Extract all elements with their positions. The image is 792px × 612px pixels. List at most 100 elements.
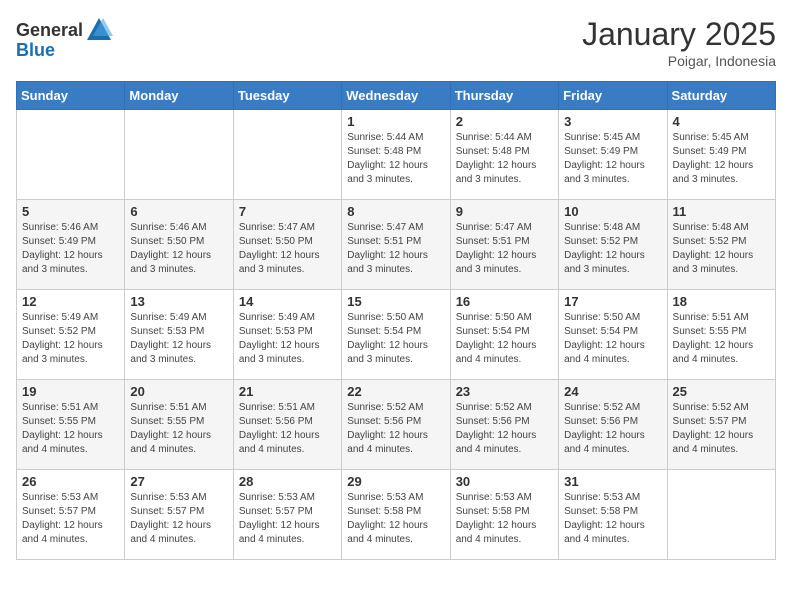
calendar-cell: 2 Sunrise: 5:44 AM Sunset: 5:48 PM Daylig… <box>450 110 558 200</box>
calendar-week-row: 12 Sunrise: 5:49 AM Sunset: 5:52 PM Dayli… <box>17 290 776 380</box>
weekday-header-friday: Friday <box>559 82 667 110</box>
calendar-cell: 20Sunrise: 5:51 AM Sunset: 5:55 PM Dayli… <box>125 380 233 470</box>
calendar-cell: 27Sunrise: 5:53 AM Sunset: 5:57 PM Dayli… <box>125 470 233 560</box>
day-number: 6 <box>130 204 227 219</box>
calendar-cell: 8Sunrise: 5:47 AM Sunset: 5:51 PM Daylig… <box>342 200 450 290</box>
calendar-cell: 11Sunrise: 5:48 AM Sunset: 5:52 PM Dayli… <box>667 200 775 290</box>
calendar-cell: 15Sunrise: 5:50 AM Sunset: 5:54 PM Dayli… <box>342 290 450 380</box>
logo-icon <box>85 16 113 44</box>
calendar-week-row: 1 Sunrise: 5:44 AM Sunset: 5:48 PM Daylig… <box>17 110 776 200</box>
day-number: 17 <box>564 294 661 309</box>
day-info: Sunrise: 5:47 AM Sunset: 5:51 PM Dayligh… <box>456 221 553 277</box>
calendar-cell: 19 Sunrise: 5:51 AM Sunset: 5:55 PM Dayli… <box>17 380 125 470</box>
calendar-cell <box>17 110 125 200</box>
day-info: Sunrise: 5:49 AM Sunset: 5:52 PM Dayligh… <box>22 311 119 367</box>
day-number: 28 <box>239 474 336 489</box>
calendar-cell: 24Sunrise: 5:52 AM Sunset: 5:56 PM Dayli… <box>559 380 667 470</box>
weekday-header-row: SundayMondayTuesdayWednesdayThursdayFrid… <box>17 82 776 110</box>
day-info: Sunrise: 5:50 AM Sunset: 5:54 PM Dayligh… <box>564 311 661 367</box>
weekday-header-saturday: Saturday <box>667 82 775 110</box>
day-number: 1 <box>347 114 444 129</box>
day-number: 22 <box>347 384 444 399</box>
day-info: Sunrise: 5:51 AM Sunset: 5:55 PM Dayligh… <box>673 311 770 367</box>
day-info: Sunrise: 5:47 AM Sunset: 5:51 PM Dayligh… <box>347 221 444 277</box>
calendar-cell: 10Sunrise: 5:48 AM Sunset: 5:52 PM Dayli… <box>559 200 667 290</box>
calendar-cell: 21 Sunrise: 5:51 AM Sunset: 5:56 PM Dayli… <box>233 380 341 470</box>
day-info: Sunrise: 5:48 AM Sunset: 5:52 PM Dayligh… <box>564 221 661 277</box>
day-info: Sunrise: 5:44 AM Sunset: 5:48 PM Dayligh… <box>347 131 444 187</box>
month-title: January 2025 <box>582 16 776 53</box>
day-info: Sunrise: 5:45 AM Sunset: 5:49 PM Dayligh… <box>673 131 770 187</box>
day-number: 31 <box>564 474 661 489</box>
day-info: Sunrise: 5:52 AM Sunset: 5:57 PM Dayligh… <box>673 401 770 457</box>
day-info: Sunrise: 5:51 AM Sunset: 5:56 PM Dayligh… <box>239 401 336 457</box>
day-number: 5 <box>22 204 119 219</box>
calendar-cell: 4 Sunrise: 5:45 AM Sunset: 5:49 PM Daylig… <box>667 110 775 200</box>
day-number: 27 <box>130 474 227 489</box>
calendar-cell: 31 Sunrise: 5:53 AM Sunset: 5:58 PM Dayli… <box>559 470 667 560</box>
day-number: 7 <box>239 204 336 219</box>
weekday-header-tuesday: Tuesday <box>233 82 341 110</box>
weekday-header-wednesday: Wednesday <box>342 82 450 110</box>
day-number: 11 <box>673 204 770 219</box>
calendar-cell: 3Sunrise: 5:45 AM Sunset: 5:49 PM Daylig… <box>559 110 667 200</box>
calendar-cell: 30 Sunrise: 5:53 AM Sunset: 5:58 PM Dayli… <box>450 470 558 560</box>
calendar-cell <box>667 470 775 560</box>
day-number: 24 <box>564 384 661 399</box>
day-number: 3 <box>564 114 661 129</box>
calendar-cell: 12 Sunrise: 5:49 AM Sunset: 5:52 PM Dayli… <box>17 290 125 380</box>
day-number: 9 <box>456 204 553 219</box>
calendar-cell: 17 Sunrise: 5:50 AM Sunset: 5:54 PM Dayli… <box>559 290 667 380</box>
day-info: Sunrise: 5:47 AM Sunset: 5:50 PM Dayligh… <box>239 221 336 277</box>
calendar-cell: 28Sunrise: 5:53 AM Sunset: 5:57 PM Dayli… <box>233 470 341 560</box>
day-number: 25 <box>673 384 770 399</box>
calendar-cell: 6Sunrise: 5:46 AM Sunset: 5:50 PM Daylig… <box>125 200 233 290</box>
day-number: 14 <box>239 294 336 309</box>
day-info: Sunrise: 5:52 AM Sunset: 5:56 PM Dayligh… <box>456 401 553 457</box>
calendar-cell: 16Sunrise: 5:50 AM Sunset: 5:54 PM Dayli… <box>450 290 558 380</box>
day-number: 26 <box>22 474 119 489</box>
day-number: 21 <box>239 384 336 399</box>
calendar-cell <box>233 110 341 200</box>
weekday-header-sunday: Sunday <box>17 82 125 110</box>
day-info: Sunrise: 5:50 AM Sunset: 5:54 PM Dayligh… <box>347 311 444 367</box>
calendar-cell <box>125 110 233 200</box>
day-number: 2 <box>456 114 553 129</box>
calendar-cell: 26Sunrise: 5:53 AM Sunset: 5:57 PM Dayli… <box>17 470 125 560</box>
day-number: 20 <box>130 384 227 399</box>
day-number: 4 <box>673 114 770 129</box>
calendar-cell: 23Sunrise: 5:52 AM Sunset: 5:56 PM Dayli… <box>450 380 558 470</box>
calendar-week-row: 5 Sunrise: 5:46 AM Sunset: 5:49 PM Daylig… <box>17 200 776 290</box>
day-info: Sunrise: 5:49 AM Sunset: 5:53 PM Dayligh… <box>239 311 336 367</box>
day-number: 13 <box>130 294 227 309</box>
calendar-cell: 7 Sunrise: 5:47 AM Sunset: 5:50 PM Daylig… <box>233 200 341 290</box>
day-number: 18 <box>673 294 770 309</box>
day-info: Sunrise: 5:44 AM Sunset: 5:48 PM Dayligh… <box>456 131 553 187</box>
day-info: Sunrise: 5:49 AM Sunset: 5:53 PM Dayligh… <box>130 311 227 367</box>
calendar-cell: 1 Sunrise: 5:44 AM Sunset: 5:48 PM Daylig… <box>342 110 450 200</box>
day-number: 19 <box>22 384 119 399</box>
day-info: Sunrise: 5:52 AM Sunset: 5:56 PM Dayligh… <box>347 401 444 457</box>
weekday-header-monday: Monday <box>125 82 233 110</box>
calendar-cell: 18 Sunrise: 5:51 AM Sunset: 5:55 PM Dayli… <box>667 290 775 380</box>
day-number: 29 <box>347 474 444 489</box>
logo-blue: Blue <box>16 40 55 61</box>
day-info: Sunrise: 5:46 AM Sunset: 5:49 PM Dayligh… <box>22 221 119 277</box>
day-info: Sunrise: 5:53 AM Sunset: 5:58 PM Dayligh… <box>564 491 661 547</box>
title-area: January 2025 Poigar, Indonesia <box>582 16 776 69</box>
calendar-cell: 13 Sunrise: 5:49 AM Sunset: 5:53 PM Dayli… <box>125 290 233 380</box>
day-number: 12 <box>22 294 119 309</box>
calendar-cell: 29Sunrise: 5:53 AM Sunset: 5:58 PM Dayli… <box>342 470 450 560</box>
day-number: 30 <box>456 474 553 489</box>
page-header: General Blue January 2025 Poigar, Indone… <box>16 16 776 69</box>
weekday-header-thursday: Thursday <box>450 82 558 110</box>
day-info: Sunrise: 5:51 AM Sunset: 5:55 PM Dayligh… <box>22 401 119 457</box>
day-info: Sunrise: 5:53 AM Sunset: 5:58 PM Dayligh… <box>456 491 553 547</box>
logo: General Blue <box>16 16 113 61</box>
location: Poigar, Indonesia <box>582 53 776 69</box>
calendar-cell: 22 Sunrise: 5:52 AM Sunset: 5:56 PM Dayli… <box>342 380 450 470</box>
day-info: Sunrise: 5:50 AM Sunset: 5:54 PM Dayligh… <box>456 311 553 367</box>
calendar-cell: 14 Sunrise: 5:49 AM Sunset: 5:53 PM Dayli… <box>233 290 341 380</box>
calendar-week-row: 26Sunrise: 5:53 AM Sunset: 5:57 PM Dayli… <box>17 470 776 560</box>
calendar-cell: 5 Sunrise: 5:46 AM Sunset: 5:49 PM Daylig… <box>17 200 125 290</box>
